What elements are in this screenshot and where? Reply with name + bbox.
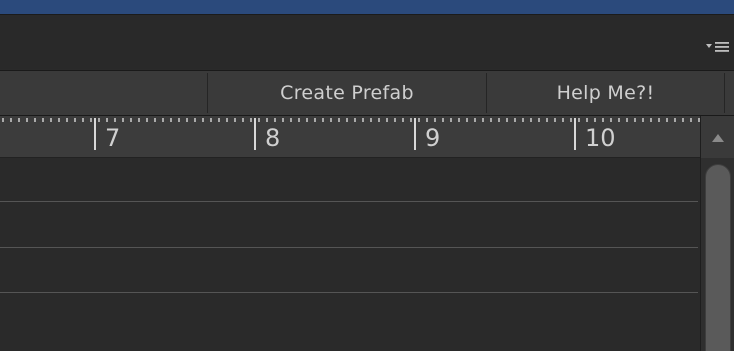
tick-label-7: 7: [105, 124, 121, 152]
window-title-bar: [0, 0, 734, 15]
track-row-divider: [0, 247, 698, 248]
toolbar-separator: [724, 73, 725, 113]
tick-label-10: 10: [585, 124, 616, 152]
create-prefab-button[interactable]: Create Prefab: [208, 71, 486, 115]
dropdown-menu-icon: [706, 41, 730, 53]
vertical-scrollbar[interactable]: [700, 116, 734, 351]
triangle-up-icon: [711, 128, 725, 147]
track-row-divider: [0, 201, 698, 202]
track-row-divider: [0, 292, 698, 293]
scroll-up-button[interactable]: [701, 116, 734, 158]
create-prefab-label: Create Prefab: [280, 82, 414, 104]
tick-label-8: 8: [265, 124, 281, 152]
help-label: Help Me?!: [556, 82, 655, 104]
panel-header: [0, 15, 734, 69]
editor-window: Create Prefab Help Me?! 7 8 9 10: [0, 0, 734, 351]
tick-label-9: 9: [425, 124, 441, 152]
panel-menu-button[interactable]: [704, 37, 730, 57]
help-button[interactable]: Help Me?!: [487, 71, 724, 115]
timeline-ruler[interactable]: 7 8 9 10: [0, 116, 700, 158]
toolbar: Create Prefab Help Me?!: [0, 70, 734, 116]
scroll-thumb[interactable]: [705, 164, 731, 351]
track-list: [0, 158, 700, 351]
